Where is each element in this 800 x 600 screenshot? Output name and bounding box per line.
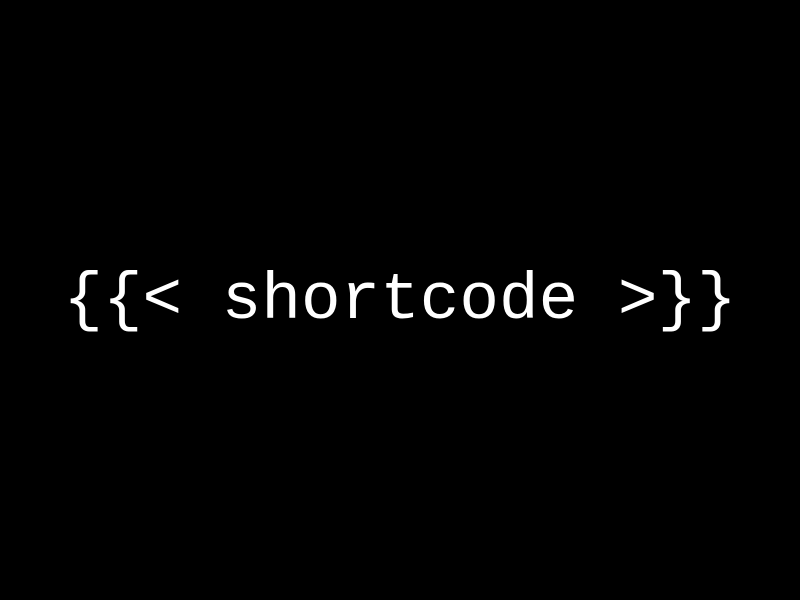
shortcode-syntax-text: {{< shortcode >}} (63, 263, 736, 338)
